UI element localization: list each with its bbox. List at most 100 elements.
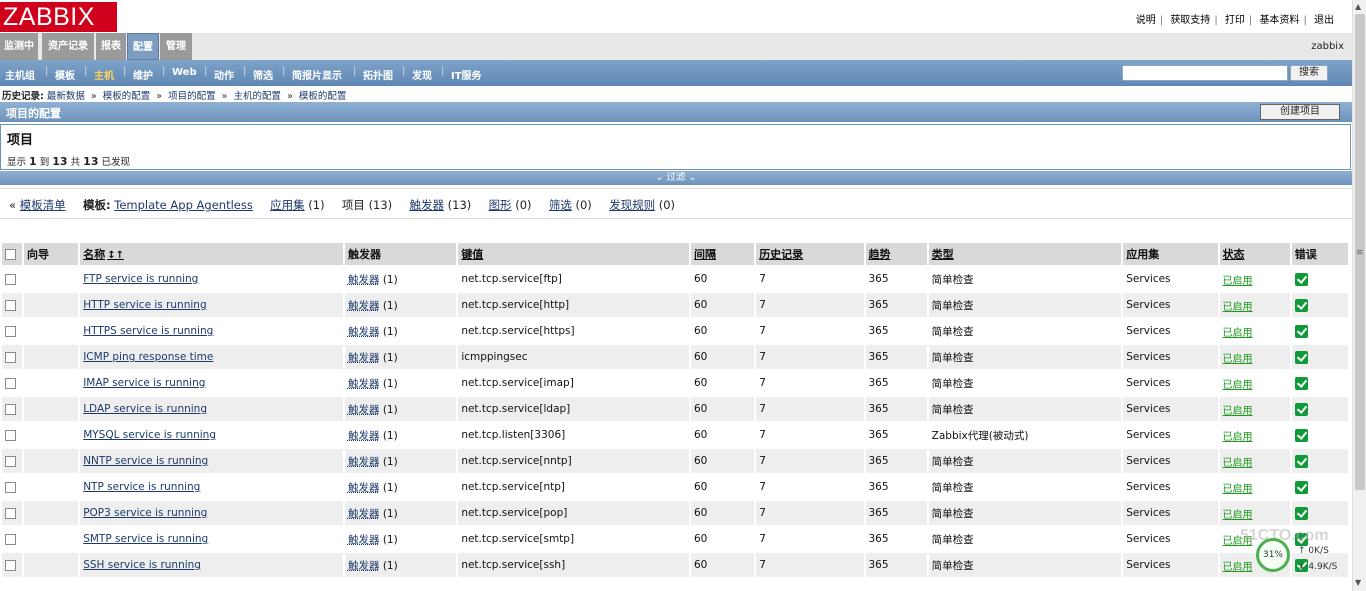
item-triggers-link[interactable]: 触发器	[348, 430, 380, 442]
row-checkbox[interactable]	[5, 481, 16, 493]
column-history[interactable]: 历史记录	[756, 243, 864, 265]
item-triggers-link[interactable]: 触发器	[348, 456, 380, 468]
column-type[interactable]: 类型	[928, 243, 1122, 265]
vertical-scrollbar[interactable]: ▲ ≡ ▼	[1352, 0, 1366, 591]
item-name-link[interactable]: LDAP service is running	[83, 403, 207, 415]
submenu-discovery[interactable]: 发现	[412, 67, 432, 82]
row-checkbox[interactable]	[5, 533, 16, 545]
scroll-down-icon[interactable]: ▼	[1355, 578, 1361, 587]
item-name-link[interactable]: IMAP service is running	[83, 377, 205, 389]
scroll-up-icon[interactable]: ▲	[1355, 2, 1361, 11]
row-checkbox[interactable]	[5, 377, 16, 389]
row-checkbox[interactable]	[5, 299, 16, 311]
item-name-link[interactable]: HTTPS service is running	[83, 325, 213, 337]
print-link[interactable]: 打印	[1225, 15, 1245, 26]
table-row: SSH service is running 触发器 (1) net.tcp.ser…	[2, 553, 1348, 577]
row-checkbox[interactable]	[5, 507, 16, 519]
item-name-link[interactable]: ICMP ping response time	[83, 351, 213, 363]
graphs-link[interactable]: 图形	[489, 198, 512, 212]
menu-configuration[interactable]: 配置	[127, 33, 159, 60]
menu-administration[interactable]: 管理	[160, 33, 192, 60]
history-item[interactable]: 模板的配置	[299, 91, 347, 102]
submenu-it-services[interactable]: IT服务	[451, 67, 482, 82]
history-item[interactable]: 最新数据	[47, 91, 85, 102]
item-triggers-link[interactable]: 触发器	[348, 534, 380, 546]
item-status-link[interactable]: 已启用	[1223, 276, 1253, 287]
item-status-link[interactable]: 已启用	[1223, 432, 1253, 443]
item-status-link[interactable]: 已启用	[1223, 458, 1253, 469]
menu-inventory[interactable]: 资产记录	[42, 33, 94, 60]
row-checkbox[interactable]	[5, 455, 16, 467]
search-input[interactable]	[1122, 65, 1288, 81]
submenu-actions[interactable]: 动作	[214, 67, 234, 82]
item-type: 简单检查	[928, 553, 1122, 577]
row-checkbox[interactable]	[5, 325, 16, 337]
item-name-link[interactable]: MYSQL service is running	[83, 429, 216, 441]
template-name-link[interactable]: Template App Agentless	[114, 198, 253, 212]
item-status-link[interactable]: 已启用	[1223, 510, 1253, 521]
column-name[interactable]: 名称 ↕↑	[80, 243, 343, 265]
item-triggers-link[interactable]: 触发器	[348, 274, 380, 286]
item-triggers-link[interactable]: 触发器	[348, 300, 380, 312]
item-name-link[interactable]: SSH service is running	[83, 559, 201, 571]
zabbix-logo[interactable]: ZABBIX	[0, 2, 117, 32]
select-all-checkbox[interactable]	[5, 249, 16, 260]
menu-reports[interactable]: 报表	[96, 33, 126, 60]
support-link[interactable]: 获取支持	[1170, 15, 1210, 26]
column-interval[interactable]: 间隔	[691, 243, 755, 265]
history-item[interactable]: 模板的配置	[103, 91, 151, 102]
item-status-link[interactable]: 已启用	[1223, 302, 1253, 313]
row-checkbox[interactable]	[5, 403, 16, 415]
submenu-screens[interactable]: 筛选	[253, 67, 273, 82]
applications-link[interactable]: 应用集	[270, 198, 305, 212]
item-status-link[interactable]: 已启用	[1223, 328, 1253, 339]
item-status-link[interactable]: 已启用	[1223, 484, 1253, 495]
submenu-templates[interactable]: 模板	[55, 67, 75, 82]
submenu-hostgroups[interactable]: 主机组	[5, 67, 35, 82]
item-triggers-link[interactable]: 触发器	[348, 352, 380, 364]
row-checkbox[interactable]	[5, 429, 16, 441]
item-triggers-link[interactable]: 触发器	[348, 378, 380, 390]
filter-toggle[interactable]: ⌄ 过滤 ⌄	[0, 171, 1352, 185]
logout-link[interactable]: 退出	[1314, 15, 1334, 26]
template-list-link[interactable]: 模板清单	[20, 198, 66, 212]
row-checkbox[interactable]	[5, 559, 16, 571]
item-name-link[interactable]: POP3 service is running	[83, 507, 207, 519]
column-key[interactable]: 键值	[458, 243, 689, 265]
discovery-rules-link[interactable]: 发现规则	[609, 198, 655, 212]
item-triggers-link[interactable]: 触发器	[348, 404, 380, 416]
item-triggers-link[interactable]: 触发器	[348, 482, 380, 494]
item-status-link[interactable]: 已启用	[1223, 406, 1253, 417]
submenu-slides[interactable]: 简报片显示	[292, 67, 342, 82]
column-status[interactable]: 状态	[1219, 243, 1290, 265]
search-button[interactable]: 搜索	[1290, 65, 1328, 81]
menu-monitoring[interactable]: 监测中	[0, 33, 38, 60]
item-name-link[interactable]: HTTP service is running	[83, 299, 206, 311]
create-item-button[interactable]: 创建项目	[1260, 104, 1340, 120]
item-name-link[interactable]: SMTP service is running	[83, 533, 208, 545]
item-triggers-link[interactable]: 触发器	[348, 508, 380, 520]
history-item[interactable]: 主机的配置	[234, 91, 282, 102]
history-item[interactable]: 项目的配置	[168, 91, 216, 102]
help-link[interactable]: 说明	[1136, 15, 1156, 26]
item-status-link[interactable]: 已启用	[1223, 354, 1253, 365]
item-name-link[interactable]: NTP service is running	[83, 481, 200, 493]
triggers-link[interactable]: 触发器	[409, 198, 444, 212]
item-triggers-link[interactable]: 触发器	[348, 326, 380, 338]
screens-link[interactable]: 筛选	[549, 198, 572, 212]
submenu-web[interactable]: Web	[172, 67, 197, 78]
row-checkbox[interactable]	[5, 273, 16, 285]
submenu-hosts[interactable]: 主机	[94, 67, 114, 82]
submenu-maps[interactable]: 拓扑图	[363, 67, 393, 82]
item-type: 简单检查	[928, 345, 1122, 369]
item-status-link[interactable]: 已启用	[1223, 380, 1253, 391]
row-checkbox[interactable]	[5, 351, 16, 363]
item-name-link[interactable]: NNTP service is running	[83, 455, 208, 467]
template-links-row: « 模板清单 模板: Template App Agentless 应用集 (1…	[0, 188, 1352, 219]
submenu-maintenance[interactable]: 维护	[133, 67, 153, 82]
profile-link[interactable]: 基本资料	[1259, 15, 1299, 26]
item-name-link[interactable]: FTP service is running	[83, 273, 198, 285]
item-triggers-link[interactable]: 触发器	[348, 560, 380, 572]
column-trends[interactable]: 趋势	[865, 243, 927, 265]
item-status-link[interactable]: 已启用	[1223, 562, 1253, 573]
